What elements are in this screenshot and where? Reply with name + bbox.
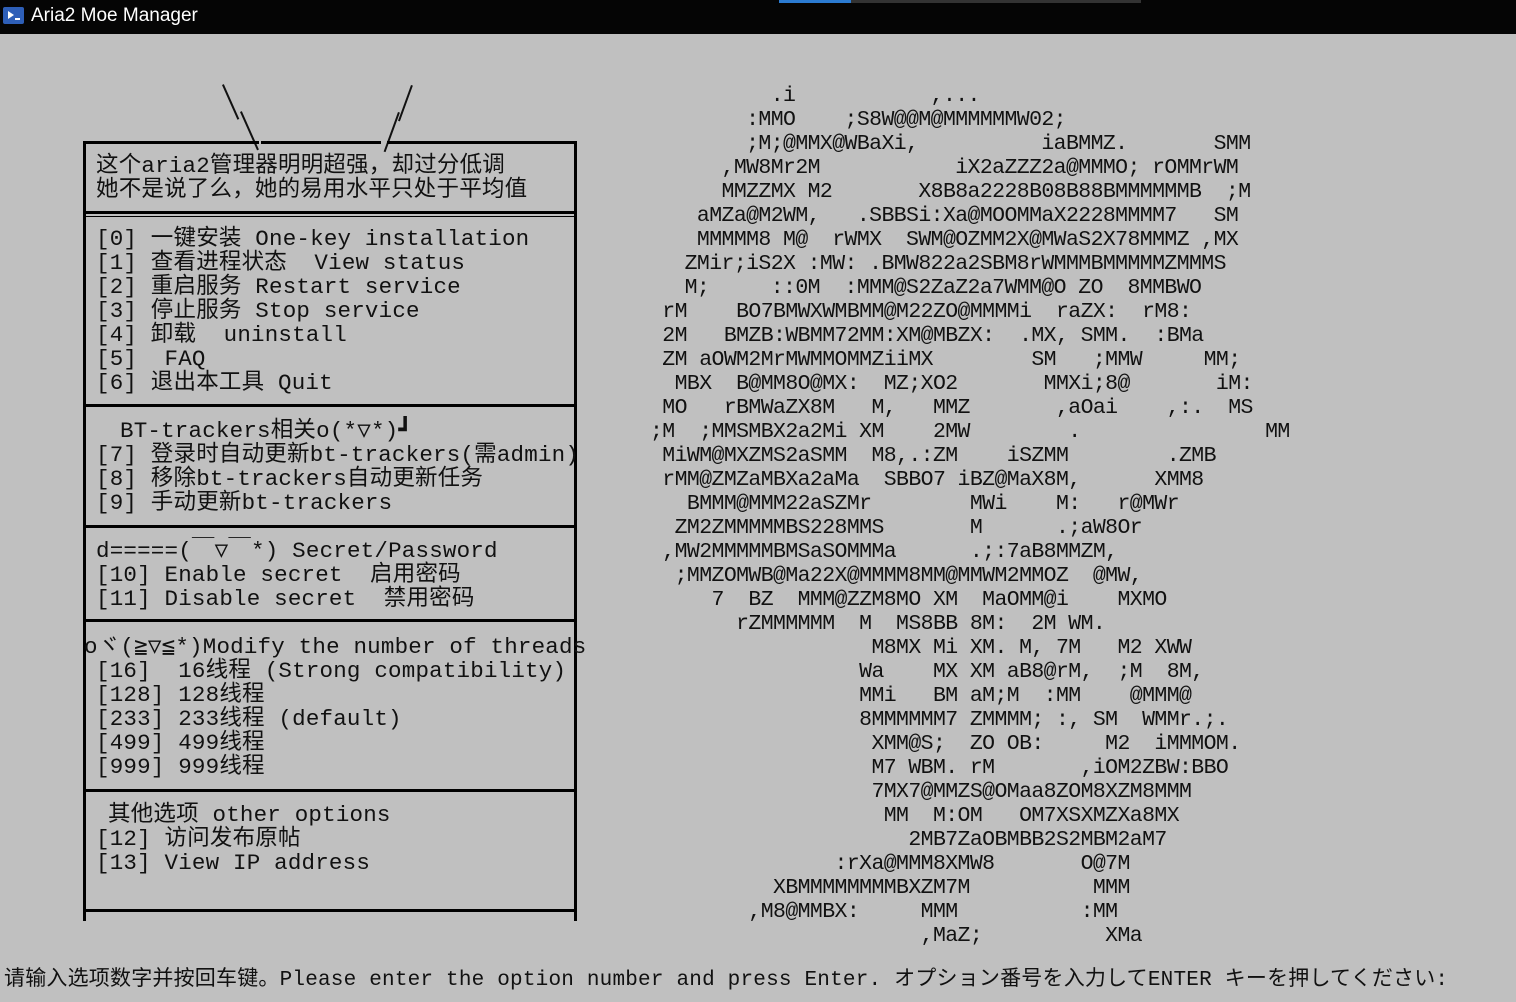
menu-box-top-border-left — [83, 141, 259, 144]
menu-header-line: 她不是说了么，她的易用水平只处于平均值 — [96, 177, 528, 203]
ascii-art-line: Wa MX XM aB8@rM, ;M 8M, — [650, 660, 1204, 684]
ascii-art-line: 2MB7ZaOBMBB2S2MBM2aM7 — [650, 828, 1167, 852]
menu-item-remove-tracker-task[interactable]: [8] 移除bt-trackers自动更新任务 — [96, 467, 483, 491]
ascii-art-line: ,MW8Mr2M iX2aZZZ2a@MMMO; rOMMrWM — [660, 156, 1239, 180]
menu-item-threads-128[interactable]: [128] 128线程 — [96, 683, 265, 707]
menu-item-threads-499[interactable]: [499] 499线程 — [96, 731, 265, 755]
secret-heading: d=====(￣▽￣*) Secret/Password — [96, 538, 498, 564]
menu-item-stop[interactable]: [3] 停止服务 Stop service — [96, 299, 420, 323]
ascii-art-line: .i ,... — [660, 84, 981, 108]
ascii-art-line: MiWM@MXZMS2aSMM M8,.:ZM iSZMM .ZMB — [650, 444, 1216, 468]
menu-box-right-border — [574, 141, 577, 921]
menu-box-left-border — [83, 141, 86, 921]
menu-divider-1b — [83, 216, 577, 217]
ascii-art-line: MMMMM8 M@ rWMX SWM@OZMM2X@MWaS2X78MMMZ ,… — [660, 228, 1239, 252]
ascii-art-line: ZM aOWM2MrMWMMOMMZiiMX SM ;MMW MM; — [650, 348, 1241, 372]
menu-box-top-border-right — [387, 141, 577, 144]
ascii-art-line: MMZZMX M2 X8B8a2228B08B88BMMMMMMB ;M — [660, 180, 1252, 204]
menu-box-top-border-mid — [261, 141, 381, 144]
menu-item-threads-16[interactable]: [16] 16线程 (Strong compatibility) — [96, 659, 566, 683]
menu-item-uninstall[interactable]: [4] 卸载 uninstall — [96, 323, 347, 347]
ascii-art-line: M7 WBM. rM ,iOM2ZBW:BBO — [650, 756, 1229, 780]
ascii-art-line: :MMO ;S8W@@M@MMMMMMW02; — [660, 108, 1066, 132]
window-title: Aria2 Moe Manager — [31, 5, 198, 26]
ascii-art-line: XMM@S; ZO OB: M2 iMMMOM. — [650, 732, 1241, 756]
menu-item-update-trackers[interactable]: [9] 手动更新bt-trackers — [96, 491, 392, 515]
input-prompt[interactable]: 请输入选项数字并按回车键。Please enter the option num… — [4, 969, 1448, 993]
menu-item-enable-secret[interactable]: [10] Enable secret 启用密码 — [96, 563, 461, 587]
ascii-art-line: ;MMZOMWB@Ma22X@MMMM8MM@MMWM2MMOZ @MW, — [650, 564, 1143, 588]
decor-slash-left-1 — [222, 84, 240, 120]
ascii-art-line: ,MW2MMMMMBMSaSOMMMa .;:7aB8MMZM, — [650, 540, 1118, 564]
bt-trackers-heading: BT-trackers相关o(*▽*)┛ — [120, 418, 413, 444]
ascii-art-line: MO rBMWaZX8M M, MMZ ,aOai ,:. MS — [650, 396, 1253, 420]
ascii-art-line: 7 BZ MMM@ZZM8MO XM MaOMM@i MXMO — [650, 588, 1168, 612]
menu-header-line: 这个aria2管理器明明超强，却过分低调 — [96, 153, 506, 179]
ascii-art-line: M8MX Mi XM. M, 7M M2 XWW — [650, 636, 1192, 660]
title-bar: Aria2 Moe Manager — [0, 0, 1516, 34]
menu-item-visit-post[interactable]: [12] 访问发布原帖 — [96, 827, 301, 851]
menu-item-quit[interactable]: [6] 退出本工具 Quit — [96, 371, 333, 395]
ascii-art-line: MMi BM aM;M :MM @MMM@ — [650, 684, 1192, 708]
menu-item-view-status[interactable]: [1] 查看进程状态 View status — [96, 251, 465, 275]
ascii-art-line: 2M BMZB:WBMM72MM:XM@MBZX: .MX, SMM. :BMa — [650, 324, 1204, 348]
menu-item-install[interactable]: [0] 一键安装 One-key installation — [96, 227, 529, 251]
menu-item-restart[interactable]: [2] 重启服务 Restart service — [96, 275, 461, 299]
menu-divider-3 — [83, 525, 577, 528]
other-options-heading: 其他选项 other options — [108, 802, 391, 828]
ascii-art-line: ,MaZ; XMa — [650, 924, 1143, 948]
ascii-art-line: 7MX7@MMZS@OMaa8ZOM8XZM8MMM — [650, 780, 1192, 804]
ascii-art-line: rM BO7BMWXWMBMM@M22ZO@MMMMi raZX: rM8: — [650, 300, 1192, 324]
ascii-art-line: MBX B@MM8O@MX: MZ;XO2 MMXi;8@ iM: — [650, 372, 1254, 396]
ascii-art-line: BMMM@MMM22aSZMr MWi M: r@MWr — [650, 492, 1180, 516]
menu-item-disable-secret[interactable]: [11] Disable secret 禁用密码 — [96, 587, 475, 611]
ascii-art-line: ZMir;iS2X :MW: .BMW822a2SBM8rWMMMBMMMMMZ… — [660, 252, 1227, 276]
ascii-art-line: ZM2ZMMMMMBS228MMS M .;aW8Or — [650, 516, 1143, 540]
menu-divider-1 — [83, 211, 577, 214]
menu-item-threads-999[interactable]: [999] 999线程 — [96, 755, 265, 779]
ascii-art-line: :rXa@MMM8XMW8 O@7M — [650, 852, 1131, 876]
ascii-art-line: rMM@ZMZaMBXa2aMa SBBO7 iBZ@MaX8M, XMM8 — [650, 468, 1204, 492]
powershell-icon — [3, 7, 24, 24]
ascii-art-line: M; ::0M :MMM@S2ZaZ2a7WMM@O ZO 8MMBWO — [660, 276, 1202, 300]
menu-divider-4 — [83, 619, 577, 622]
menu-item-auto-update-trackers[interactable]: [7] 登录时自动更新bt-trackers(需admin) — [96, 443, 579, 467]
menu-divider-2 — [83, 404, 577, 407]
ascii-art-line: ,M8@MMBX: MMM :MM — [650, 900, 1118, 924]
menu-box-bottom-border — [83, 909, 577, 912]
decor-slash-right-1 — [398, 85, 413, 122]
ascii-art-line: ;M;@MMX@WBaXi, iaBMMZ. SMM — [660, 132, 1251, 156]
ascii-art-line: ;M ;MMSMBX2a2Mi XM 2MW . MM — [650, 420, 1290, 444]
ascii-art-line: rZMMMMMM M MS8BB 8M: 2M WM. — [650, 612, 1106, 636]
ascii-art-line: 8MMMMMM7 ZMMMM; :, SM WMMr.;. — [650, 708, 1229, 732]
title-tab-indicator — [779, 0, 851, 3]
threads-heading: oヾ(≧▽≦*)Modify the number of threads — [84, 634, 587, 660]
ascii-art-line: aMZa@M2WM, .SBBSi:Xa@MOOMMaX2228MMMM7 SM — [660, 204, 1239, 228]
menu-divider-5 — [83, 789, 577, 792]
menu-item-threads-233[interactable]: [233] 233线程 (default) — [96, 707, 402, 731]
menu-item-faq[interactable]: [5] FAQ — [96, 347, 206, 371]
ascii-art-line: MM M:OM OM7XSXMZXa8MX — [650, 804, 1180, 828]
menu-item-view-ip[interactable]: [13] View IP address — [96, 851, 370, 875]
ascii-art-line: XBMMMMMMMMBXZM7M MMM — [650, 876, 1130, 900]
